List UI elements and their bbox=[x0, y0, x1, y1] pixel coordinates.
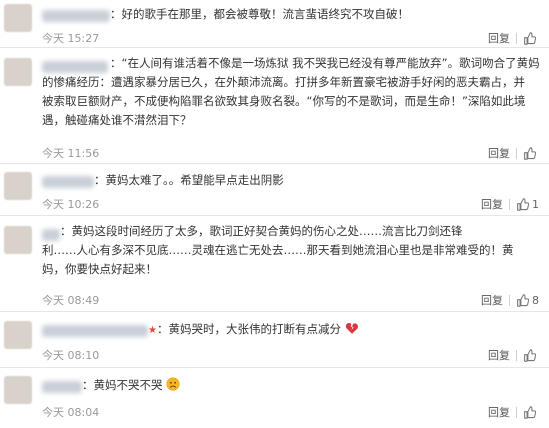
divider bbox=[509, 294, 510, 306]
reply-button[interactable]: 回复 bbox=[488, 145, 510, 161]
username[interactable] bbox=[42, 176, 94, 188]
avatar[interactable] bbox=[4, 321, 32, 349]
comment-time: 今天 10:26 bbox=[42, 198, 100, 211]
divider bbox=[516, 32, 517, 44]
comment-actions: 回复 8 bbox=[481, 292, 539, 308]
sad-face-icon bbox=[166, 377, 180, 391]
divider bbox=[516, 349, 517, 361]
divider bbox=[509, 198, 510, 210]
comment-text: ：好的歌手在那里，都会被尊敬！流言蜚语终究不攻自破！ bbox=[110, 7, 409, 21]
comment-actions: 回复 bbox=[488, 30, 539, 46]
reply-button[interactable]: 回复 bbox=[488, 347, 510, 363]
star-icon: ★ bbox=[148, 325, 157, 336]
comment-item: ：黄妈太难了。。希望能早点走出阴影 今天 10:26 回复 1 bbox=[0, 164, 549, 216]
like-count: 8 bbox=[532, 293, 539, 307]
thumbs-up-icon bbox=[524, 348, 536, 362]
thumbs-up-icon bbox=[524, 146, 536, 160]
avatar[interactable] bbox=[4, 172, 32, 200]
avatar[interactable] bbox=[4, 226, 32, 254]
thumbs-up-icon bbox=[524, 405, 536, 419]
comment-feed: ：好的歌手在那里，都会被尊敬！流言蜚语终究不攻自破！ 今天 15:27 回复 ：… bbox=[0, 0, 549, 428]
comment-actions: 回复 1 bbox=[481, 196, 539, 212]
username[interactable] bbox=[42, 325, 148, 337]
comment-actions: 回复 bbox=[488, 347, 539, 363]
comment-actions: 回复 bbox=[488, 145, 539, 161]
comment-text: ：“在人间有谁活着不像是一场炼狱 我不哭我已经没有尊严能放弃”。歌词吻合了黄妈 … bbox=[42, 56, 540, 127]
comment-time: 今天 08:49 bbox=[42, 294, 100, 307]
username[interactable] bbox=[42, 10, 110, 22]
reply-button[interactable]: 回复 bbox=[488, 30, 510, 46]
avatar[interactable] bbox=[4, 4, 32, 32]
like-button[interactable]: 8 bbox=[516, 294, 539, 307]
broken-heart-icon bbox=[345, 323, 358, 334]
comment-text: ：黄妈太难了。。希望能早点走出阴影 bbox=[94, 173, 284, 187]
like-button[interactable] bbox=[523, 348, 539, 362]
comment-item: ：黄妈这段时间经历了太多，歌词正好契合黄妈的伤心之处……流言比刀剑还锋 利……人… bbox=[0, 216, 549, 312]
thumbs-up-icon bbox=[517, 197, 529, 211]
comment-item: ：好的歌手在那里，都会被尊敬！流言蜚语终究不攻自破！ 今天 15:27 回复 bbox=[0, 0, 549, 48]
comment-item: ★：黄妈哭时，大张伟的打断有点减分 今天 08:10 回复 bbox=[0, 312, 549, 368]
thumbs-up-icon bbox=[524, 31, 536, 45]
comment-time: 今天 15:27 bbox=[42, 32, 100, 45]
reply-button[interactable]: 回复 bbox=[481, 196, 503, 212]
like-button[interactable] bbox=[523, 405, 539, 419]
like-button[interactable]: 1 bbox=[516, 198, 539, 211]
reply-button[interactable]: 回复 bbox=[488, 404, 510, 420]
comment-actions: 回复 bbox=[488, 404, 539, 420]
comment-text: ：黄妈这段时间经历了太多，歌词正好契合黄妈的伤心之处……流言比刀剑还锋 利……人… bbox=[42, 224, 514, 276]
comment-time: 今天 08:04 bbox=[42, 406, 100, 419]
avatar[interactable] bbox=[4, 376, 32, 404]
avatar[interactable] bbox=[4, 58, 32, 86]
divider bbox=[516, 147, 517, 159]
divider bbox=[516, 406, 517, 418]
like-button[interactable] bbox=[523, 146, 539, 160]
reply-button[interactable]: 回复 bbox=[481, 292, 503, 308]
like-button[interactable] bbox=[523, 31, 539, 45]
username[interactable] bbox=[42, 381, 82, 393]
thumbs-up-icon bbox=[517, 293, 529, 307]
like-count: 1 bbox=[532, 197, 539, 211]
comment-text: ：黄妈不哭不哭 bbox=[82, 376, 539, 395]
comment-item: ：黄妈不哭不哭 今天 08:04 回复 bbox=[0, 368, 549, 428]
comment-item: ：“在人间有谁活着不像是一场炼狱 我不哭我已经没有尊严能放弃”。歌词吻合了黄妈 … bbox=[0, 48, 549, 164]
comment-time: 今天 08:10 bbox=[42, 349, 100, 362]
comment-text: ★：黄妈哭时，大张伟的打断有点减分 bbox=[148, 320, 539, 340]
comment-time: 今天 11:56 bbox=[42, 147, 100, 160]
